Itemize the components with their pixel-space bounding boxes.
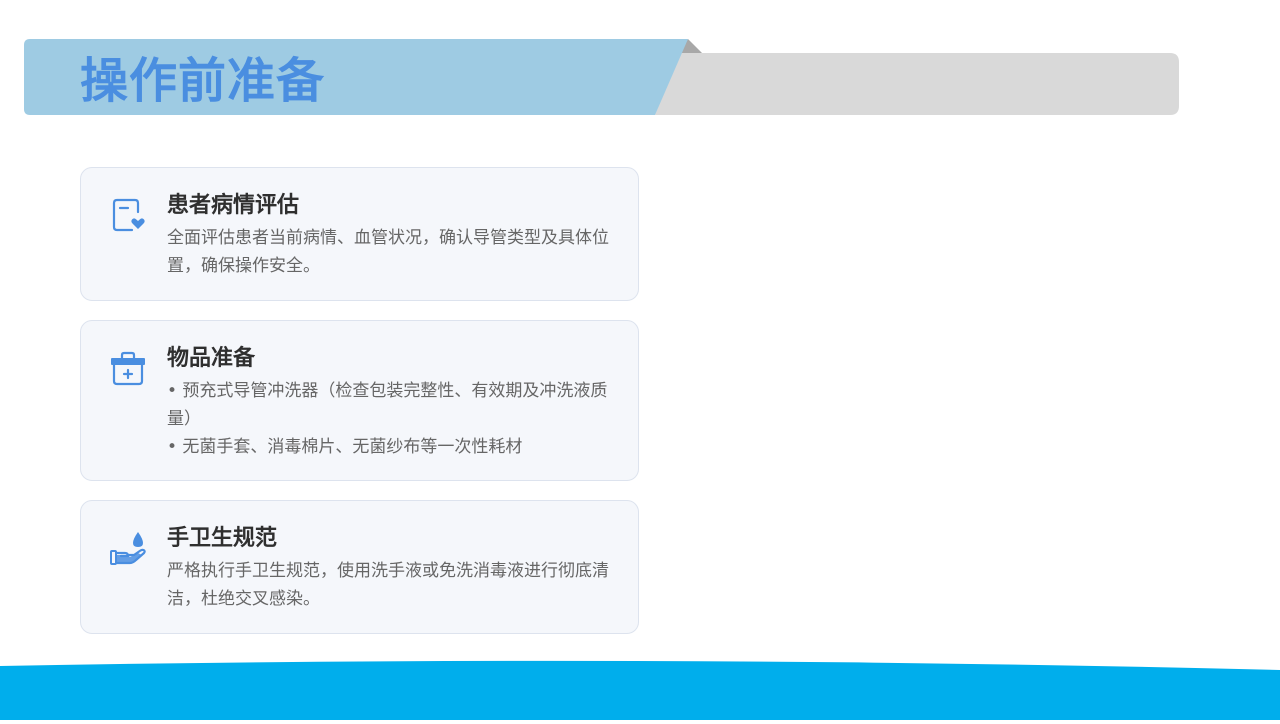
card-description: • 预充式导管冲洗器（检查包装完整性、有效期及冲洗液质量） • 无菌手套、消毒棉… — [167, 377, 619, 461]
card-supplies-preparation: 物品准备 • 预充式导管冲洗器（检查包装完整性、有效期及冲洗液质量） • 无菌手… — [80, 320, 639, 481]
medical-kit-icon — [108, 349, 148, 389]
footer-wave — [0, 660, 1280, 720]
card-description: 严格执行手卫生规范，使用洗手液或免洗消毒液进行彻底清洁，杜绝交叉感染。 — [167, 557, 619, 613]
card-title: 手卫生规范 — [167, 526, 278, 551]
card-title: 物品准备 — [167, 346, 256, 371]
card-hand-hygiene: 手卫生规范 严格执行手卫生规范，使用洗手液或免洗消毒液进行彻底清洁，杜绝交叉感染… — [80, 500, 639, 634]
card-description: 全面评估患者当前病情、血管状况，确认导管类型及具体位置，确保操作安全。 — [167, 224, 619, 280]
card-patient-assessment: 患者病情评估 全面评估患者当前病情、血管状况，确认导管类型及具体位置，确保操作安… — [80, 167, 639, 301]
card-list-item: • 预充式导管冲洗器（检查包装完整性、有效期及冲洗液质量） — [167, 381, 608, 429]
card-list-item: • 无菌手套、消毒棉片、无菌纱布等一次性耗材 — [167, 437, 523, 457]
hand-droplet-icon — [108, 529, 148, 569]
card-text: 严格执行手卫生规范，使用洗手液或免洗消毒液进行彻底清洁，杜绝交叉感染。 — [167, 561, 609, 609]
title-banner: 操作前准备 — [0, 0, 1280, 130]
clipboard-heart-icon — [108, 196, 148, 236]
page-title: 操作前准备 — [80, 53, 326, 109]
card-text: 全面评估患者当前病情、血管状况，确认导管类型及具体位置，确保操作安全。 — [167, 228, 609, 276]
card-title: 患者病情评估 — [167, 193, 300, 218]
